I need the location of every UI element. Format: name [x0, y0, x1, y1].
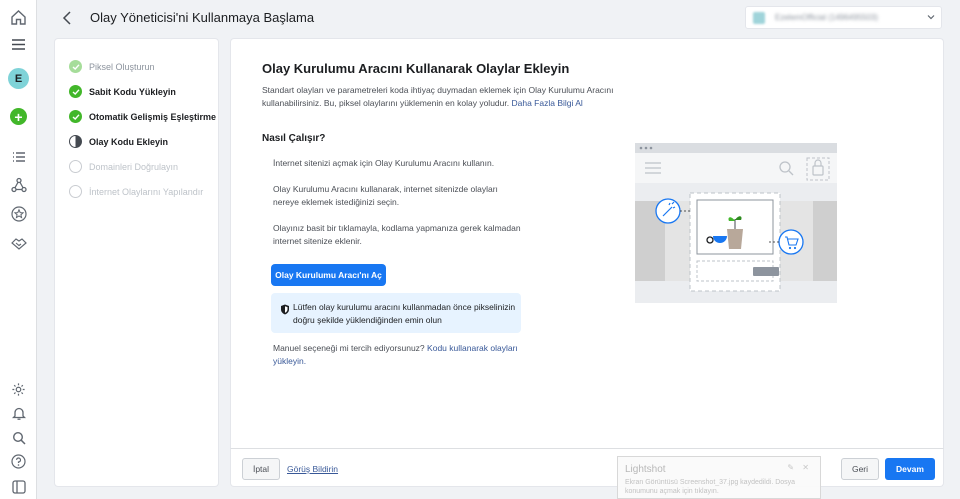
- half-circle-icon: [69, 135, 82, 148]
- feedback-link[interactable]: Görüş Bildirin: [287, 464, 338, 474]
- check-icon: [69, 60, 82, 73]
- step-add-event-code[interactable]: Olay Kodu Ekleyin: [69, 135, 168, 148]
- section-description: Standart olayları ve parametreleri koda …: [262, 84, 662, 110]
- footer-bar: İptal Görüş Bildirin Geri Devam: [230, 448, 944, 487]
- how-step-2: Olay Kurulumu Aracını kullanarak, intern…: [273, 184, 498, 207]
- avatar[interactable]: E: [8, 68, 29, 89]
- toast-text: Ekran Görüntüsü Screenshot_37.jpg kayded…: [625, 479, 796, 495]
- step-advanced-matching[interactable]: Otomatik Gelişmiş Eşleştirme: [69, 110, 216, 123]
- list-icon[interactable]: [9, 147, 28, 166]
- toast-tools-icon[interactable]: ✎ ✕: [787, 463, 812, 472]
- home-icon[interactable]: [9, 8, 28, 27]
- step-configure-web-events: İnternet Olaylarını Yapılandır: [69, 185, 203, 198]
- how-step-3: Olayınız basit bir tıklamayla, kodlama y…: [273, 223, 521, 246]
- learn-more-link[interactable]: Daha Fazla Bilgi Al: [511, 98, 582, 108]
- network-icon[interactable]: [9, 175, 28, 194]
- step-label: İnternet Olaylarını Yapılandır: [89, 186, 204, 197]
- star-icon[interactable]: [9, 204, 28, 223]
- open-event-setup-tool-button[interactable]: Olay Kurulumu Aracı'nı Aç: [271, 264, 386, 286]
- step-verify-domains: Domainleri Doğrulayın: [69, 160, 178, 173]
- lightshot-toast[interactable]: Lightshot ✎ ✕ Ekran Görüntüsü Screenshot…: [617, 456, 821, 499]
- step-install-base-code[interactable]: Sabit Kodu Yükleyin: [69, 85, 176, 98]
- step-create-pixel[interactable]: Piksel Oluşturun: [69, 60, 155, 73]
- help-icon[interactable]: [9, 452, 28, 471]
- notice-text: Lütfen olay kurulumu aracını kullanmadan…: [293, 302, 516, 325]
- step-label: Olay Kodu Ekleyin: [89, 136, 169, 147]
- manual-prefix: Manuel seçeneği mi tercih ediyorsunuz?: [273, 343, 425, 353]
- bell-icon[interactable]: [9, 404, 28, 423]
- step-label: Otomatik Gelişmiş Eşleştirme: [89, 111, 217, 122]
- check-icon: [69, 85, 82, 98]
- step-label: Domainleri Doğrulayın: [89, 161, 179, 172]
- top-header: Olay Yöneticisi'ni Kullanmaya Başlama Ez…: [37, 0, 960, 36]
- chevron-down-icon: [927, 13, 935, 23]
- cancel-button[interactable]: İptal: [242, 458, 280, 480]
- account-name: EzelemOfficial (1496495503): [775, 13, 879, 22]
- account-selector[interactable]: EzelemOfficial (1496495503): [745, 6, 942, 29]
- empty-circle-icon: [69, 185, 82, 198]
- empty-circle-icon: [69, 160, 82, 173]
- check-icon: [69, 110, 82, 123]
- menu-icon[interactable]: [9, 35, 28, 54]
- shield-icon: [280, 302, 290, 315]
- back-button[interactable]: Geri: [841, 458, 879, 480]
- event-setup-illustration: [635, 143, 837, 303]
- create-button[interactable]: +: [10, 108, 27, 125]
- step-label: Piksel Oluşturun: [89, 61, 155, 72]
- panel-toggle-icon[interactable]: [9, 477, 28, 496]
- account-avatar: [753, 11, 765, 24]
- section-heading: Olay Kurulumu Aracını Kullanarak Olaylar…: [262, 61, 570, 76]
- how-step-1: İnternet sitenizi açmak için Olay Kurulu…: [273, 158, 495, 168]
- toast-title: Lightshot: [625, 464, 666, 475]
- manual-option: Manuel seçeneği mi tercih ediyorsunuz? K…: [273, 342, 523, 368]
- page-title: Olay Yöneticisi'ni Kullanmaya Başlama: [90, 10, 315, 25]
- step-label: Sabit Kodu Yükleyin: [89, 86, 176, 97]
- main-card: Olay Kurulumu Aracını Kullanarak Olaylar…: [230, 38, 944, 448]
- handshake-icon[interactable]: [9, 233, 28, 252]
- settings-icon[interactable]: [9, 380, 28, 399]
- setup-steps-panel: Piksel Oluşturun Sabit Kodu Yükleyin Oto…: [54, 38, 219, 487]
- info-notice: Lütfen olay kurulumu aracını kullanmadan…: [271, 293, 521, 333]
- search-icon[interactable]: [9, 428, 28, 447]
- left-rail: E +: [0, 0, 37, 499]
- how-it-works-heading: Nasıl Çalışır?: [262, 133, 326, 144]
- back-arrow-icon[interactable]: [59, 9, 77, 27]
- continue-button[interactable]: Devam: [885, 458, 935, 480]
